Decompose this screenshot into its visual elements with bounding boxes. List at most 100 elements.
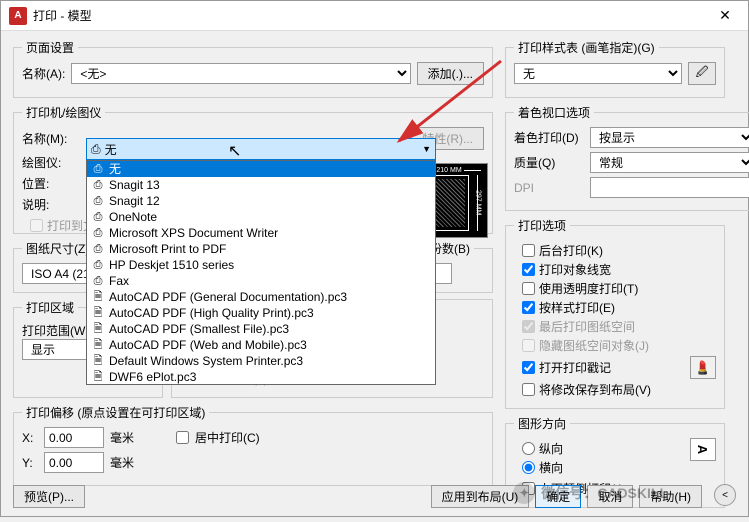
printer-select-open[interactable]: ⎙ 无 ▼ [86,138,436,160]
opt-style-label: 按样式打印(E) [539,299,615,316]
plot-options-legend: 打印选项 [514,217,570,234]
printer-option[interactable]: ⎙无 [87,161,435,177]
wechat-icon: ✦ [513,482,535,504]
printer-option[interactable]: 🗎AutoCAD PDF (Web and Mobile).pc3 [87,337,435,353]
printer-option-icon: 🗎 [91,337,105,353]
opt-stamp-check[interactable] [522,361,535,374]
opt-style-check[interactable] [522,301,535,314]
printer-option-label: AutoCAD PDF (Smallest File).pc3 [109,321,289,337]
printer-option[interactable]: ⎙OneNote [87,209,435,225]
printer-option-icon: ⎙ [91,161,105,177]
viewport-legend: 着色视口选项 [514,104,594,121]
printer-option[interactable]: ⎙Microsoft XPS Document Writer [87,225,435,241]
printer-select-value: 无 [105,141,117,158]
opt-last-check[interactable] [522,320,535,333]
printer-option-icon: ⎙ [91,273,105,289]
quality-label: 质量(Q) [514,154,584,171]
printer-name-label: 名称(M): [22,130,67,147]
stamp-icon[interactable]: 💄 [690,356,716,379]
printer-option-icon: ⎙ [91,209,105,225]
offset-y-input[interactable] [44,452,104,473]
printer-option[interactable]: 🗎AutoCAD PDF (High Quality Print).pc3 [87,305,435,321]
watermark: ✦ 微信号：CADSKILL [513,482,668,504]
expand-button[interactable]: < [714,484,736,506]
chevron-down-icon: ▼ [422,144,431,154]
page-name-select[interactable]: <无> [71,63,410,84]
printer-option-label: DWF6 ePlot.pc3 [109,369,196,385]
plot-range-label: 打印范围(W [22,324,85,338]
printer-option[interactable]: 🗎AutoCAD PDF (Smallest File).pc3 [87,321,435,337]
offset-y-label: Y: [22,456,38,470]
printer-option-icon: ⎙ [91,257,105,273]
dpi-label: DPI [514,181,584,195]
plot-style-select[interactable]: 无 [514,63,682,84]
titlebar: A 打印 - 模型 ✕ [1,1,748,31]
shade-label: 着色打印(D) [514,129,584,146]
plotter-label: 绘图仪: [22,154,61,171]
printer-legend: 打印机/绘图仪 [22,104,105,121]
preview-button[interactable]: 预览(P)... [13,485,85,508]
printer-option[interactable]: 🗎AutoCAD PDF (General Documentation).pc3 [87,289,435,305]
opt-lw-check[interactable] [522,263,535,276]
printer-option-label: Microsoft Print to PDF [109,241,226,257]
printer-dropdown-list[interactable]: ⎙无⎙Snagit 13⎙Snagit 12⎙OneNote⎙Microsoft… [86,160,436,385]
printer-option-label: AutoCAD PDF (General Documentation).pc3 [109,289,347,305]
opt-trans-label: 使用透明度打印(T) [539,280,638,297]
offset-x-input[interactable] [44,427,104,448]
printer-option-label: Default Windows System Printer.pc3 [109,353,303,369]
viewport-group: 着色视口选项 着色打印(D) 按显示 质量(Q) 常规 DPI [505,104,749,211]
plot-style-edit-button[interactable]: 🖉 [688,62,716,85]
printer-option-label: AutoCAD PDF (High Quality Print).pc3 [109,305,314,321]
opt-bg-label: 后台打印(K) [539,242,603,259]
page-setup-group: 页面设置 名称(A): <无> 添加(.)... [13,39,493,98]
printer-option[interactable]: 🗎Default Windows System Printer.pc3 [87,353,435,369]
add-page-setup-button[interactable]: 添加(.)... [417,62,484,85]
watermark-text: 微信号：CADSKILL [541,483,668,503]
printer-option-icon: 🗎 [91,353,105,369]
opt-trans-check[interactable] [522,282,535,295]
center-plot-check[interactable] [176,431,189,444]
printer-option-icon: 🗎 [91,289,105,305]
plot-style-group: 打印样式表 (画笔指定)(G) 无 🖉 [505,39,725,98]
opt-stamp-label: 打开打印戳记 [539,359,611,376]
opt-lw-label: 打印对象线宽 [539,261,611,278]
opt-save-label: 将修改保存到布局(V) [539,381,651,398]
portrait-label: 纵向 [539,440,563,457]
orient-legend: 图形方向 [514,415,570,432]
printer-icon: ⎙ [91,142,101,157]
printer-option[interactable]: ⎙Microsoft Print to PDF [87,241,435,257]
printer-option-label: Snagit 13 [109,177,160,193]
landscape-radio[interactable] [522,461,535,474]
dpi-input[interactable] [590,177,749,198]
orientation-icon: A [690,438,716,461]
printer-option-icon: ⎙ [91,177,105,193]
opt-hide-check[interactable] [522,339,535,352]
preview-width: 210 MM [434,167,463,174]
opt-bg-check[interactable] [522,244,535,257]
printer-option[interactable]: ⎙Snagit 12 [87,193,435,209]
shade-select[interactable]: 按显示 [590,127,749,148]
preview-height: 297 MM [475,188,482,217]
quality-select[interactable]: 常规 [590,152,749,173]
printer-option[interactable]: ⎙Fax [87,273,435,289]
portrait-radio[interactable] [522,442,535,455]
printer-option[interactable]: 🗎DWF6 ePlot.pc3 [87,369,435,385]
print-dialog: A 打印 - 模型 ✕ 页面设置 名称(A): <无> 添加(.)... 打印机… [0,0,749,517]
desc-label: 说明: [22,196,49,213]
printer-option[interactable]: ⎙HP Deskjet 1510 series [87,257,435,273]
opt-save-check[interactable] [522,383,535,396]
window-title: 打印 - 模型 [33,7,710,24]
printer-option-label: OneNote [109,209,157,225]
offset-legend: 打印偏移 (原点设置在可打印区域) [22,404,209,421]
page-setup-legend: 页面设置 [22,39,78,56]
printer-option-label: Microsoft XPS Document Writer [109,225,278,241]
plot-options-group: 打印选项 后台打印(K) 打印对象线宽 使用透明度打印(T) 按样式打印(E) … [505,217,725,409]
printer-option[interactable]: ⎙Snagit 13 [87,177,435,193]
printer-option-icon: ⎙ [91,225,105,241]
offset-group: 打印偏移 (原点设置在可打印区域) X: 毫米 居中打印(C) Y: 毫米 [13,404,493,486]
opt-last-label: 最后打印图纸空间 [539,318,635,335]
print-to-file-check[interactable] [30,219,43,232]
landscape-label: 横向 [539,459,563,476]
close-button[interactable]: ✕ [710,1,740,31]
location-label: 位置: [22,175,49,192]
